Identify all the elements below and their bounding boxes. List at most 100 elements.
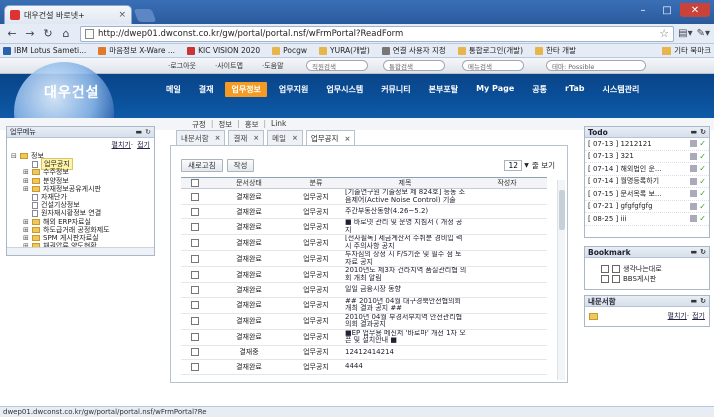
home-icon[interactable]: ⌂ (58, 26, 74, 42)
title-cell[interactable]: 12412414214 (343, 345, 467, 361)
main-nav-item[interactable]: 본부포탈 (423, 82, 464, 97)
url-input[interactable] (98, 28, 660, 39)
select-all-column[interactable] (181, 177, 209, 189)
content-tab[interactable]: 업무공지 × (305, 130, 356, 146)
tree-item[interactable]: ⊞ 수주정보 (11, 168, 150, 176)
other-bookmarks[interactable]: 기타 북마크 (662, 45, 711, 56)
expand-toggle-icon[interactable]: ⊞ (23, 185, 30, 193)
content-tab[interactable]: 결재 × (228, 130, 265, 145)
title-cell[interactable]: ■ 바로넷 관리 및 운영 지침서 ( 개정 공지 (343, 218, 467, 236)
table-row[interactable]: 결재완료 업무공지 ■EP 업무용 메신저 '바로마' 개선 1차 오픈 및 설치안… (181, 329, 547, 346)
main-nav-item[interactable]: rTab (559, 82, 591, 97)
refresh-panel-icon[interactable]: ↻ (700, 297, 706, 305)
table-row[interactable]: 결재중 업무공지 12412414214 (181, 345, 547, 361)
bookmark-item[interactable]: IBM Lotus Sameti... (3, 46, 86, 55)
checkmark-icon[interactable]: ✓ (699, 164, 706, 173)
expand-toggle-icon[interactable]: ⊞ (23, 226, 30, 234)
browser-tab[interactable]: 대우건설 바로넷+ × (4, 5, 132, 24)
minimize-panel-icon[interactable]: ▬ (691, 297, 698, 305)
title-cell[interactable]: 투자심의 상정 시 F/S기준 및 필수 점 토자료 공지 (343, 250, 467, 268)
title-column-header[interactable]: 제목 (343, 177, 467, 189)
bookmark-item[interactable]: Pocgw (272, 46, 307, 55)
row-checkbox[interactable] (191, 270, 199, 279)
checkmark-icon[interactable]: ✓ (699, 189, 706, 198)
bookmark-panel-item[interactable]: BBS게시판 (585, 274, 709, 284)
bookmark-item[interactable]: 한타 개발 (535, 45, 576, 56)
row-checkbox[interactable] (191, 222, 199, 231)
table-row[interactable]: 결재완료 업무공지 2010년 04월 부경서부지역 안전관리협 의회 결과공지 (181, 313, 547, 330)
bookmark-item[interactable]: 연결 사용자 지정 (381, 45, 446, 56)
checkmark-icon[interactable]: ✓ (699, 139, 706, 148)
help-link[interactable]: ·도움말 (262, 61, 284, 71)
expand-toggle-icon[interactable]: ⊞ (23, 234, 30, 242)
main-nav-item[interactable]: 공통 (526, 82, 553, 97)
vertical-scrollbar[interactable] (557, 180, 565, 380)
refresh-panel-icon[interactable]: ↻ (700, 128, 706, 136)
main-nav-item[interactable]: 시스템관리 (597, 82, 646, 97)
title-cell[interactable]: 2010년도 제3차 건라지역 품질관리협 의회 개최 알림 (343, 266, 467, 284)
address-bar[interactable]: ☆ (80, 25, 675, 42)
row-checkbox[interactable] (191, 286, 199, 295)
bookmark-item[interactable]: 마음정보 X-Ware ... (98, 45, 175, 56)
content-tab[interactable]: 메일 × (267, 130, 303, 145)
employee-search[interactable]: 직원검색 (306, 60, 368, 71)
tree-item[interactable]: ⊟ 정보 (11, 152, 150, 160)
title-cell[interactable]: 4444 (343, 359, 467, 375)
title-cell[interactable]: 주간부동산동향(4.26~5.2) (343, 204, 467, 220)
horizontal-scrollbar[interactable] (7, 247, 154, 255)
page-size-input[interactable] (504, 160, 523, 171)
row-select-cell[interactable] (181, 359, 209, 375)
theme-select[interactable]: 테마: Possible (546, 60, 646, 71)
refresh-button[interactable]: 새로고침 (181, 159, 223, 172)
title-cell[interactable]: [전사필독] 세금계산서 수취분 경비입 력시 주의사항 공지 (343, 234, 467, 252)
table-row[interactable]: 결재완료 업무공지 일일 금융시장 동향 (181, 282, 547, 298)
tab-close-icon[interactable]: × (292, 134, 298, 142)
minimize-panel-icon[interactable]: ▬ (691, 128, 698, 136)
tab-close-icon[interactable]: × (118, 10, 126, 20)
write-button[interactable]: 작성 (226, 159, 255, 172)
expand-toggle-icon[interactable]: ⊞ (23, 168, 30, 176)
main-nav-item[interactable]: 업무정보 (225, 82, 267, 97)
checkmark-icon[interactable]: ✓ (699, 152, 706, 161)
forward-arrow-icon[interactable]: → (22, 26, 38, 42)
new-tab-button[interactable] (133, 9, 157, 22)
refresh-panel-icon[interactable]: ↻ (700, 248, 706, 256)
minimize-panel-icon[interactable]: ▬ (691, 248, 698, 256)
expand-toggle-icon[interactable]: ⊟ (11, 152, 18, 160)
collapse-all-link[interactable]: 접기 (692, 312, 705, 320)
logout-link[interactable]: ·로그아웃 (168, 61, 196, 71)
title-cell[interactable]: [기술연구원 기술정보 제 824호] 능동 소음제어(Active Noise… (343, 188, 467, 205)
refresh-panel-icon[interactable]: ↻ (145, 128, 151, 136)
todo-item[interactable]: [ 08-25 ] iii ✓ (585, 213, 709, 226)
expand-all-link[interactable]: 펼치기 (668, 312, 687, 320)
row-select-cell[interactable] (181, 204, 209, 220)
sitemap-link[interactable]: ·사이트맵 (215, 61, 243, 71)
row-select-cell[interactable] (181, 250, 209, 268)
bookmark-item[interactable]: 통합로그인(개발) (457, 45, 523, 56)
main-nav-item[interactable]: 커뮤니티 (375, 82, 416, 97)
tab-close-icon[interactable]: × (215, 134, 221, 142)
row-select-cell[interactable] (181, 313, 209, 330)
close-window-button[interactable]: ✕ (680, 3, 710, 17)
main-nav-item[interactable]: 결재 (193, 82, 220, 97)
table-row[interactable]: 결재완료 업무공지 [기술연구원 기술정보 제 824호] 능동 소음제어(Acti… (181, 188, 547, 205)
tab-close-icon[interactable]: × (344, 135, 350, 143)
back-arrow-icon[interactable]: ← (4, 26, 20, 42)
page-menu-icon[interactable]: ▤▾ (678, 28, 692, 39)
todo-item[interactable]: [ 07-13 ] 321 ✓ (585, 151, 709, 163)
tree-item[interactable]: ⊞ 자재정보공유게시판 (11, 185, 150, 193)
row-checkbox[interactable] (191, 348, 199, 357)
title-cell[interactable]: 2010년 04월 부경서부지역 안전관리협 의회 결과공지 (343, 313, 467, 330)
main-nav-item[interactable]: 업무시스템 (320, 82, 369, 97)
row-select-cell[interactable] (181, 266, 209, 284)
maximize-button[interactable]: □ (656, 3, 678, 17)
tools-wrench-icon[interactable]: ✎▾ (697, 28, 710, 39)
row-checkbox[interactable] (191, 333, 199, 342)
title-cell[interactable]: ■EP 업무용 메신저 '바로마' 개선 1차 오픈 및 설치안내 ■ (343, 329, 467, 346)
scroll-thumb[interactable] (559, 190, 565, 230)
bookmark-star-icon[interactable]: ☆ (659, 27, 669, 40)
bookmark-checkbox[interactable] (601, 265, 609, 273)
expand-toggle-icon[interactable]: ⊞ (23, 218, 30, 226)
row-checkbox[interactable] (191, 192, 199, 201)
minimize-button[interactable]: – (632, 3, 654, 17)
